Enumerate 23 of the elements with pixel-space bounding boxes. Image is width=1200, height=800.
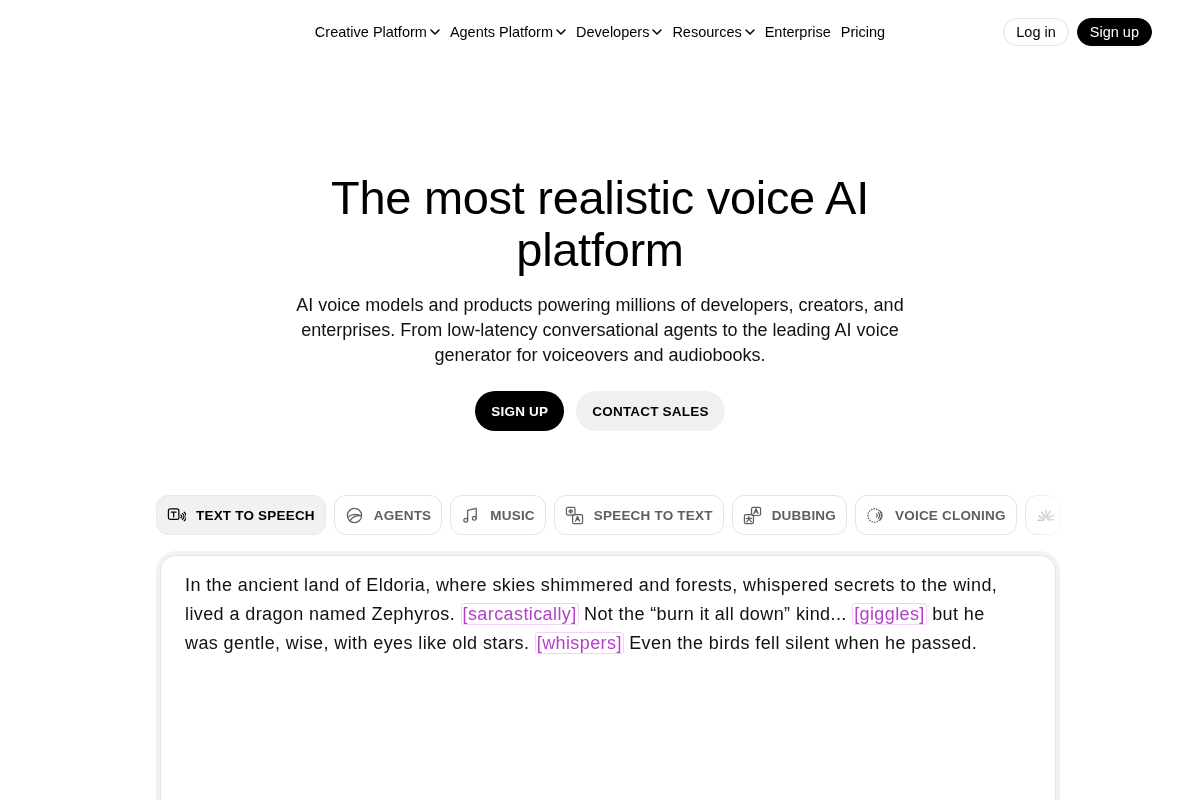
nav-link[interactable]: Creative Platform — [314, 24, 440, 40]
orb-icon — [344, 505, 364, 525]
login-button[interactable]: Log in — [1003, 18, 1069, 46]
hero-title: The most realistic voice AI platform — [330, 172, 870, 276]
product-tab[interactable]: DUBBING — [731, 495, 848, 535]
nav-link[interactable]: Resources — [672, 24, 755, 40]
dotted-circle-waves-icon — [866, 505, 886, 525]
contact-sales-button[interactable]: CONTACT SALES — [576, 391, 725, 431]
product-tab[interactable]: SPEECH TO TEXT — [553, 495, 724, 535]
product-tab[interactable]: VOICE CLONING — [855, 495, 1017, 535]
nav-link[interactable]: Pricing — [840, 24, 886, 40]
signup-button[interactable]: SIGN UP — [475, 391, 565, 431]
product-tab[interactable]: MUSIC — [450, 495, 546, 535]
product-tab[interactable]: TEXT TO SPEECH — [156, 495, 326, 535]
language-squares-icon — [742, 505, 762, 525]
product-tab[interactable]: AGENTS — [333, 495, 443, 535]
editor-text: In the ancient land of Eldoria, where skies shimmered and forests, whispered secrets to the wind, lived a dragon named Zephyros. [sarcastically] Not the “burn it all down” kind... [giggles] but he was gentle, wise, with eyes like old stars. [whispers] Even the birds fell silent when he passed. — [185, 574, 999, 656]
nav-link[interactable]: Enterprise — [764, 24, 831, 40]
nav-link[interactable]: Developers — [576, 24, 663, 40]
nav-link[interactable]: Agents Platform — [449, 24, 567, 40]
audio-text-icon — [564, 505, 584, 525]
signup-button[interactable]: Sign up — [1076, 18, 1152, 46]
hero-subtitle: AI voice models and products powering millions of developers, creators, and enterprises. From low-latency conversational agents to the leading AI voice generator for voiceovers and audiobooks. — [295, 294, 905, 367]
